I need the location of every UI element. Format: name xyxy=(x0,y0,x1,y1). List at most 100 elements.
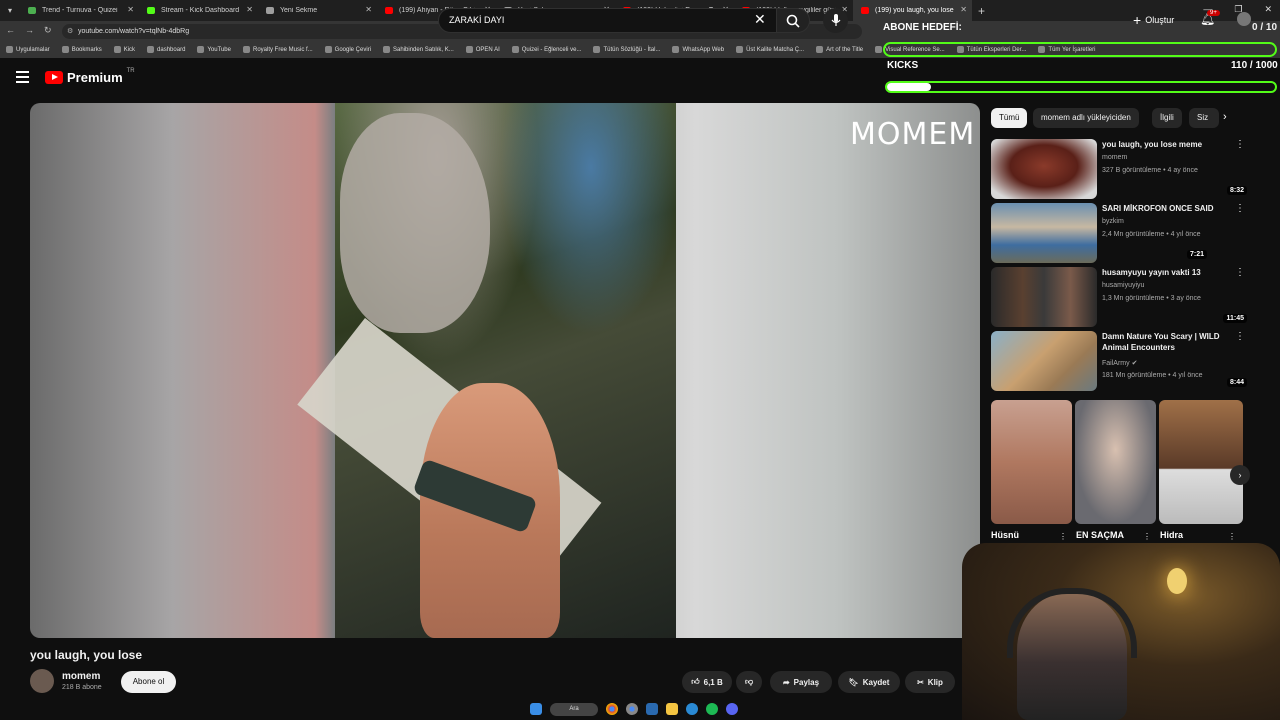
bookmark-item[interactable]: Google Çeviri xyxy=(324,46,371,53)
chrome-icon[interactable] xyxy=(606,703,618,715)
bookmark-item[interactable]: OPEN AI xyxy=(465,46,500,53)
chevron-right-icon[interactable]: › xyxy=(1223,111,1227,123)
close-tab-icon[interactable]: ✕ xyxy=(127,5,134,14)
bookmark-item[interactable]: Üst Kalite Matcha Ç... xyxy=(736,46,804,53)
subscribe-button[interactable]: Abone ol xyxy=(121,671,176,693)
site-info-icon[interactable]: ⚙ xyxy=(67,24,73,39)
more-options-icon[interactable]: ⋮ xyxy=(1235,203,1245,214)
os-taskbar: Ara xyxy=(500,698,780,720)
browser-tab[interactable]: (199) you laugh, you lose ✕ xyxy=(853,0,972,21)
dislike-button[interactable]: 👎︎ xyxy=(736,671,762,693)
browser-tab[interactable]: Yeni Sekme ✕ xyxy=(258,0,377,21)
search-button[interactable] xyxy=(776,8,810,33)
reload-icon[interactable]: ↻ xyxy=(44,25,52,36)
recommendation-item[interactable]: 7:21 SARI MİKROFON ONCE SAID byzkim 2,4 … xyxy=(991,203,1251,263)
search-input[interactable]: ZARAKİ DAYI xyxy=(438,8,778,33)
close-tab-icon[interactable]: ✕ xyxy=(960,5,967,14)
voice-search-button[interactable] xyxy=(823,8,848,33)
chip-from-uploader[interactable]: momem adlı yükleyiciden xyxy=(1033,108,1139,128)
bookmark-icon xyxy=(672,46,680,53)
tab-favicon xyxy=(385,7,393,14)
more-options-icon[interactable]: ⋮ xyxy=(1235,139,1245,150)
logo-text: Premium xyxy=(67,70,123,85)
bookmark-item[interactable]: Uygulamalar xyxy=(6,46,50,53)
duration-badge: 11:45 xyxy=(1223,314,1247,323)
recommendation-item[interactable]: 8:44 Damn Nature You Scary | WILD Animal… xyxy=(991,331,1251,391)
close-tab-icon[interactable]: ✕ xyxy=(246,5,253,14)
bookmark-icon xyxy=(465,46,473,53)
chevron-right-icon: › xyxy=(1238,470,1242,480)
like-button[interactable]: 👍︎ 6,1 B xyxy=(682,671,732,693)
clip-button[interactable]: ✂ Klip xyxy=(905,671,955,693)
more-options-icon[interactable]: ⋮ xyxy=(1235,267,1245,278)
create-button[interactable]: + Oluştur xyxy=(1133,12,1174,28)
new-tab-button[interactable]: + xyxy=(978,4,985,18)
subscriber-goal-bar xyxy=(883,42,1277,57)
channel-name[interactable]: momem xyxy=(62,671,100,682)
spotify-icon[interactable] xyxy=(706,703,718,715)
more-options-icon[interactable]: ⋮ xyxy=(1235,331,1245,342)
bookmark-item[interactable]: Kick xyxy=(113,46,135,53)
bookmark-label: WhatsApp Web xyxy=(682,46,725,53)
bookmark-item[interactable]: Sahibinden Satılık, K... xyxy=(383,46,454,53)
close-tab-icon[interactable]: ✕ xyxy=(365,5,372,14)
scissors-icon: ✂ xyxy=(917,677,924,687)
bookmark-item[interactable]: YouTube xyxy=(197,46,231,53)
share-button[interactable]: ➦ Paylaş xyxy=(770,671,832,693)
bookmark-item[interactable]: Royalty Free Music f... xyxy=(242,46,313,53)
shorts-next-button[interactable]: › xyxy=(1230,465,1250,485)
browser-tab[interactable]: Stream - Kick Dashboard ✕ xyxy=(139,0,258,21)
back-icon[interactable]: ← xyxy=(6,25,15,36)
video-player[interactable]: MOMEM xyxy=(30,103,980,638)
chip-related[interactable]: İlgili xyxy=(1152,108,1182,128)
close-window-button[interactable]: ✕ xyxy=(1264,4,1272,15)
bookmark-icon xyxy=(324,46,332,53)
subscriber-goal-title: ABONE HEDEFİ: xyxy=(883,22,962,33)
more-options-icon[interactable]: ⋮ xyxy=(1143,532,1151,541)
calculator-icon[interactable] xyxy=(646,703,658,715)
chip-you[interactable]: Siz xyxy=(1189,108,1219,128)
bookmark-item[interactable]: WhatsApp Web xyxy=(672,46,724,53)
browser-tab[interactable]: Trend - Turnuva - Quizei ✕ xyxy=(20,0,139,21)
menu-icon[interactable] xyxy=(16,71,29,83)
video-thumbnail xyxy=(991,203,1097,263)
search-icon xyxy=(786,14,800,28)
short-thumbnail[interactable] xyxy=(1159,400,1243,524)
bookmark-label: Uygulamalar xyxy=(16,46,50,53)
bookmark-item[interactable]: Bookmarks xyxy=(61,46,102,53)
bookmark-item[interactable]: dashboard xyxy=(147,46,185,53)
taskbar-search[interactable]: Ara xyxy=(550,702,598,716)
duration-badge: 8:44 xyxy=(1226,378,1247,387)
recommendation-item[interactable]: 11:45 husamyuyu yayın vakti 13 husamiyuy… xyxy=(991,267,1251,327)
tab-label: (199) you laugh, you lose xyxy=(875,7,954,14)
more-options-icon[interactable]: ⋮ xyxy=(1228,532,1236,541)
channel-avatar[interactable] xyxy=(30,669,54,693)
windows-start-icon[interactable] xyxy=(530,703,542,715)
tab-search-icon[interactable]: ▾ xyxy=(0,6,20,15)
subscriber-goal-label: ABONE HEDEFİ: xyxy=(883,22,962,33)
account-avatar[interactable] xyxy=(1237,12,1251,26)
bookmark-icon xyxy=(383,46,391,53)
tab-label: Yeni Sekme xyxy=(280,7,318,14)
chip-all[interactable]: Tümü xyxy=(991,108,1028,128)
recommendation-item[interactable]: 8:32 you laugh, you lose meme momem 327 … xyxy=(991,139,1251,199)
short-thumbnail[interactable] xyxy=(991,400,1072,524)
save-button[interactable]: 🔖︎ Kaydet xyxy=(838,671,900,693)
bookmark-item[interactable]: Quizei - Eğlenceli ve... xyxy=(511,46,581,53)
subscriber-goal-count: 0 / 10 xyxy=(1252,22,1278,33)
youtube-logo[interactable]: Premium TR xyxy=(45,68,135,85)
forward-icon[interactable]: → xyxy=(25,25,34,36)
edge-icon[interactable] xyxy=(686,703,698,715)
clear-search-icon[interactable]: ✕ xyxy=(754,11,766,28)
bookmark-item[interactable]: Tütün Sözlüğü - İtal... xyxy=(593,46,660,53)
microphone-icon xyxy=(831,14,840,26)
chrome-icon[interactable] xyxy=(626,703,638,715)
nav-buttons: ← → ↻ xyxy=(6,25,52,36)
folder-icon[interactable] xyxy=(666,703,678,715)
more-options-icon[interactable]: ⋮ xyxy=(1059,532,1067,541)
discord-icon[interactable] xyxy=(726,703,738,715)
bookmark-item[interactable]: Art of the Title xyxy=(816,46,863,53)
short-thumbnail[interactable] xyxy=(1075,400,1156,524)
share-icon: ➦ xyxy=(782,677,790,687)
duration-badge: 7:21 xyxy=(1186,250,1207,259)
